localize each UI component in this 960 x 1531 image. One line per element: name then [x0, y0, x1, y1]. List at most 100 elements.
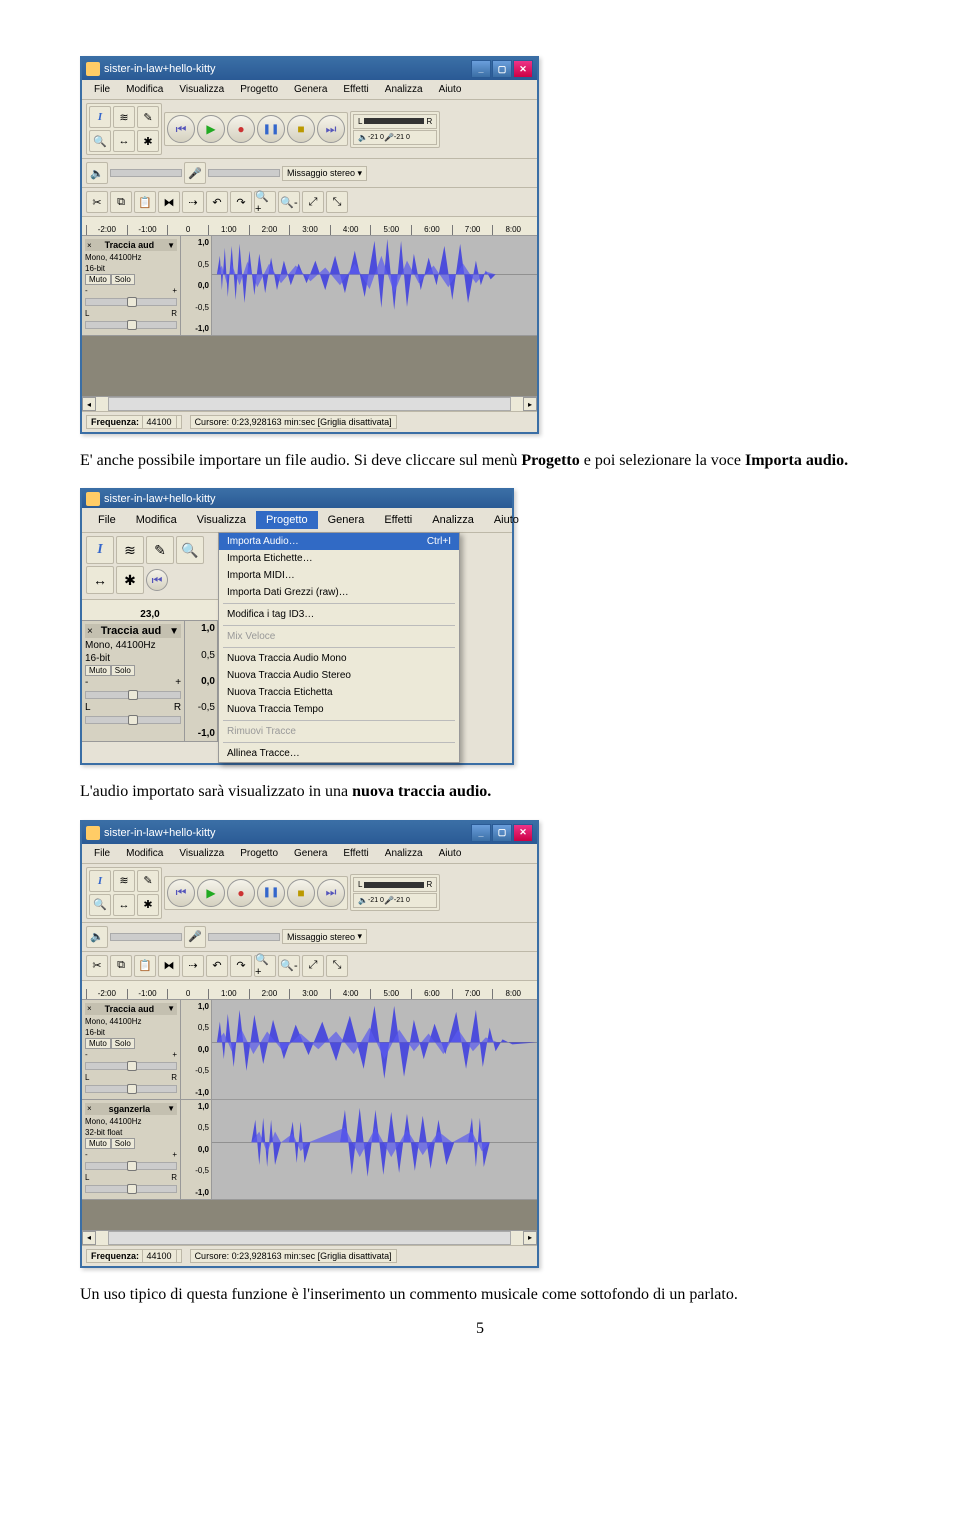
menu-effetti[interactable]: Effetti — [374, 511, 422, 529]
menu-nt-etichetta[interactable]: Nuova Traccia Etichetta — [219, 684, 459, 701]
menu-genera[interactable]: Genera — [318, 511, 375, 529]
track-close-button[interactable]: × — [87, 626, 93, 637]
track-close-button[interactable]: × — [87, 1104, 92, 1113]
skip-start-button[interactable]: ⏮ — [167, 879, 195, 907]
menu-visualizza[interactable]: Visualizza — [171, 82, 232, 97]
menu-effetti[interactable]: Effetti — [335, 846, 376, 861]
redo-button[interactable]: ↷ — [230, 955, 252, 977]
copy-button[interactable]: ⧉ — [110, 191, 132, 213]
copy-button[interactable]: ⧉ — [110, 955, 132, 977]
solo-button[interactable]: Solo — [111, 665, 135, 676]
mute-button[interactable]: Muto — [85, 665, 111, 676]
menu-aiuto[interactable]: Aiuto — [431, 82, 470, 97]
fit-sel-button[interactable]: ⤢ — [302, 955, 324, 977]
pause-button[interactable]: ❚❚ — [257, 115, 285, 143]
menu-visualizza[interactable]: Visualizza — [171, 846, 232, 861]
output-vol-icon[interactable]: 🔈 — [86, 162, 108, 184]
zoom-in-button[interactable]: 🔍+ — [254, 191, 276, 213]
solo-button[interactable]: Solo — [111, 1138, 135, 1149]
draw-tool[interactable]: ✎ — [146, 536, 174, 564]
timeline-ruler[interactable]: -2:00-1:0001:002:003:004:005:006:007:008… — [82, 981, 537, 1000]
stop-button[interactable]: ■ — [287, 879, 315, 907]
silence-button[interactable]: ⇢ — [182, 955, 204, 977]
menu-analizza[interactable]: Analizza — [377, 82, 431, 97]
menu-file[interactable]: File — [86, 82, 118, 97]
track-menu-button[interactable]: ▼ — [169, 626, 179, 637]
menu-analizza[interactable]: Analizza — [422, 511, 484, 529]
envelope-tool[interactable]: ≋ — [116, 536, 144, 564]
track-close-button[interactable]: × — [87, 1004, 92, 1013]
close-button[interactable]: ✕ — [513, 824, 533, 842]
fit-proj-button[interactable]: ⤡ — [326, 191, 348, 213]
envelope-tool[interactable]: ≋ — [113, 870, 135, 892]
maximize-button[interactable]: ▢ — [492, 824, 512, 842]
trim-button[interactable]: ⧓ — [158, 191, 180, 213]
track-menu-button[interactable]: ▼ — [167, 1104, 175, 1113]
gain-slider[interactable] — [85, 298, 177, 306]
zoom-out-button[interactable]: 🔍- — [278, 191, 300, 213]
input-source-select[interactable]: Missaggio stereo ▾ — [282, 166, 367, 181]
menu-modifica[interactable]: Modifica — [118, 846, 171, 861]
solo-button[interactable]: Solo — [111, 274, 135, 285]
menu-progetto[interactable]: Progetto — [232, 82, 286, 97]
skip-end-button[interactable]: ⏭ — [317, 879, 345, 907]
menu-aiuto[interactable]: Aiuto — [431, 846, 470, 861]
zoom-in-button[interactable]: 🔍+ — [254, 955, 276, 977]
pan-slider[interactable] — [85, 1185, 177, 1193]
undo-button[interactable]: ↶ — [206, 191, 228, 213]
pan-slider[interactable] — [85, 716, 181, 724]
timeline-ruler[interactable]: 23,0 — [82, 600, 218, 621]
menu-nt-mono[interactable]: Nuova Traccia Audio Mono — [219, 650, 459, 667]
cut-button[interactable]: ✂ — [86, 191, 108, 213]
menu-importa-etichette[interactable]: Importa Etichette… — [219, 550, 459, 567]
menu-file[interactable]: File — [86, 846, 118, 861]
selection-tool[interactable]: I — [86, 536, 114, 564]
menu-importa-audio[interactable]: Importa Audio…Ctrl+I — [219, 533, 459, 550]
fit-proj-button[interactable]: ⤡ — [326, 955, 348, 977]
mute-button[interactable]: Muto — [85, 1138, 111, 1149]
menu-progetto[interactable]: Progetto — [256, 511, 318, 529]
close-button[interactable]: ✕ — [513, 60, 533, 78]
output-vol-icon[interactable]: 🔈 — [86, 926, 108, 948]
timeshift-tool[interactable]: ↔ — [86, 566, 114, 594]
draw-tool[interactable]: ✎ — [137, 106, 159, 128]
menu-nt-stereo[interactable]: Nuova Traccia Audio Stereo — [219, 667, 459, 684]
menu-nt-tempo[interactable]: Nuova Traccia Tempo — [219, 701, 459, 718]
menu-effetti[interactable]: Effetti — [335, 82, 376, 97]
draw-tool[interactable]: ✎ — [137, 870, 159, 892]
menu-aiuto[interactable]: Aiuto — [484, 511, 529, 529]
record-button[interactable]: ● — [227, 879, 255, 907]
input-vol-icon[interactable]: 🎤 — [184, 162, 206, 184]
input-vol-icon[interactable]: 🎤 — [184, 926, 206, 948]
zoom-tool[interactable]: 🔍 — [89, 130, 111, 152]
redo-button[interactable]: ↷ — [230, 191, 252, 213]
track-close-button[interactable]: × — [87, 241, 92, 250]
paste-button[interactable]: 📋 — [134, 191, 156, 213]
input-vol-slider[interactable] — [208, 933, 280, 941]
menu-analizza[interactable]: Analizza — [377, 846, 431, 861]
play-button[interactable]: ▶ — [197, 879, 225, 907]
track-menu-button[interactable]: ▼ — [167, 1004, 175, 1013]
fit-sel-button[interactable]: ⤢ — [302, 191, 324, 213]
silence-button[interactable]: ⇢ — [182, 191, 204, 213]
solo-button[interactable]: Solo — [111, 1038, 135, 1049]
zoom-out-button[interactable]: 🔍- — [278, 955, 300, 977]
pause-button[interactable]: ❚❚ — [257, 879, 285, 907]
timeline-ruler[interactable]: -2:00-1:0001:002:003:004:005:006:007:008… — [82, 217, 537, 236]
gain-slider[interactable] — [85, 1062, 177, 1070]
menu-genera[interactable]: Genera — [286, 846, 335, 861]
menu-allinea[interactable]: Allinea Tracce… — [219, 745, 459, 762]
menu-genera[interactable]: Genera — [286, 82, 335, 97]
gain-slider[interactable] — [85, 1162, 177, 1170]
gain-slider[interactable] — [85, 691, 181, 699]
zoom-tool[interactable]: 🔍 — [89, 894, 111, 916]
input-vol-slider[interactable] — [208, 169, 280, 177]
menu-importa-raw[interactable]: Importa Dati Grezzi (raw)… — [219, 584, 459, 601]
envelope-tool[interactable]: ≋ — [113, 106, 135, 128]
timeshift-tool[interactable]: ↔ — [113, 130, 135, 152]
trim-button[interactable]: ⧓ — [158, 955, 180, 977]
input-source-select[interactable]: Missaggio stereo ▾ — [282, 929, 367, 944]
mute-button[interactable]: Muto — [85, 1038, 111, 1049]
timeshift-tool[interactable]: ↔ — [113, 894, 135, 916]
record-button[interactable]: ● — [227, 115, 255, 143]
